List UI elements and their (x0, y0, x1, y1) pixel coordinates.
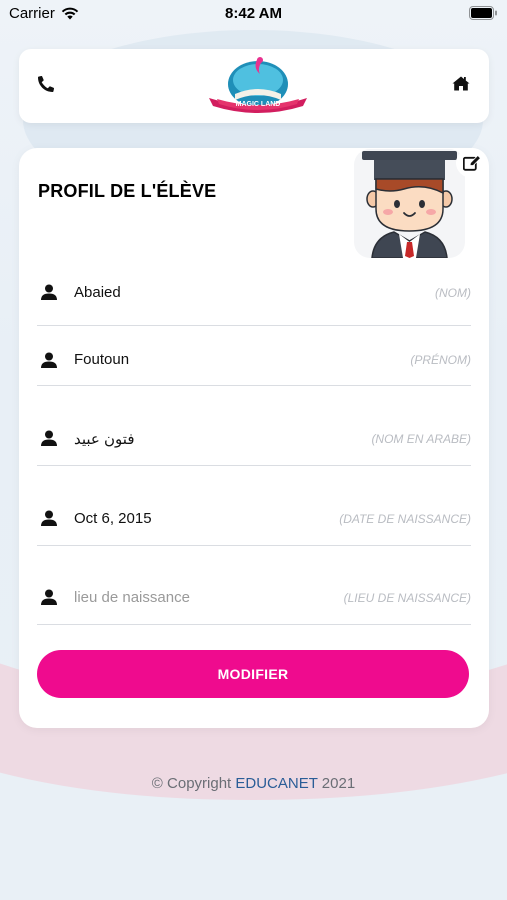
copyright-prefix: © Copyright (151, 775, 236, 792)
student-avatar[interactable] (354, 149, 465, 258)
copyright-year: 2021 (317, 775, 356, 792)
battery-icon (469, 6, 497, 20)
field-lieu-naissance[interactable]: lieu de naissance (LIEU DE NAISSANCE) (37, 546, 471, 625)
user-icon (41, 352, 57, 368)
home-icon[interactable] (452, 76, 470, 91)
field-nom[interactable]: Abaied (NOM) (37, 256, 471, 326)
date-naissance-label: (DATE DE NAISSANCE) (339, 512, 471, 526)
user-icon (41, 510, 57, 526)
page-title: PROFIL DE L'ÉLÈVE (38, 181, 217, 201)
copyright-footer: © Copyright EDUCANET 2021 (0, 775, 507, 792)
student-avatar-illustration (362, 151, 457, 258)
modifier-button[interactable]: MODIFIER (37, 650, 469, 698)
field-prenom[interactable]: Foutoun (PRÉNOM) (37, 326, 471, 386)
field-nom-arabe[interactable]: فتون عبيد (NOM EN ARABE) (37, 386, 471, 466)
educanet-link[interactable]: EDUCANET (235, 775, 317, 792)
header-bar: MAGIC LAND (19, 49, 489, 123)
field-date-naissance[interactable]: Oct 6, 2015 (DATE DE NAISSANCE) (37, 466, 471, 546)
user-icon (41, 284, 57, 300)
clock: 8:42 AM (225, 5, 282, 22)
status-bar: Carrier 8:42 AM (0, 0, 507, 28)
logo-text: MAGIC LAND (236, 101, 281, 108)
edit-avatar-button[interactable] (456, 148, 488, 178)
lieu-naissance-value: lieu de naissance (74, 589, 190, 606)
lieu-naissance-label: (LIEU DE NAISSANCE) (343, 591, 471, 605)
user-icon (41, 430, 57, 446)
nom-label: (NOM) (435, 286, 471, 300)
prenom-label: (PRÉNOM) (410, 353, 471, 367)
student-profile-card: PROFIL DE L'ÉLÈVE Abaied (NOM) Foutoun (… (19, 148, 489, 728)
edit-icon (463, 154, 481, 171)
magic-land-logo: MAGIC LAND (209, 57, 307, 113)
nom-arabe-label: (NOM EN ARABE) (371, 432, 471, 446)
date-naissance-value: Oct 6, 2015 (74, 510, 152, 527)
user-icon (41, 589, 57, 605)
prenom-value: Foutoun (74, 351, 130, 368)
nom-arabe-value: فتون عبيد (74, 431, 135, 448)
phone-icon[interactable] (38, 76, 54, 92)
nom-value: Abaied (74, 284, 121, 301)
